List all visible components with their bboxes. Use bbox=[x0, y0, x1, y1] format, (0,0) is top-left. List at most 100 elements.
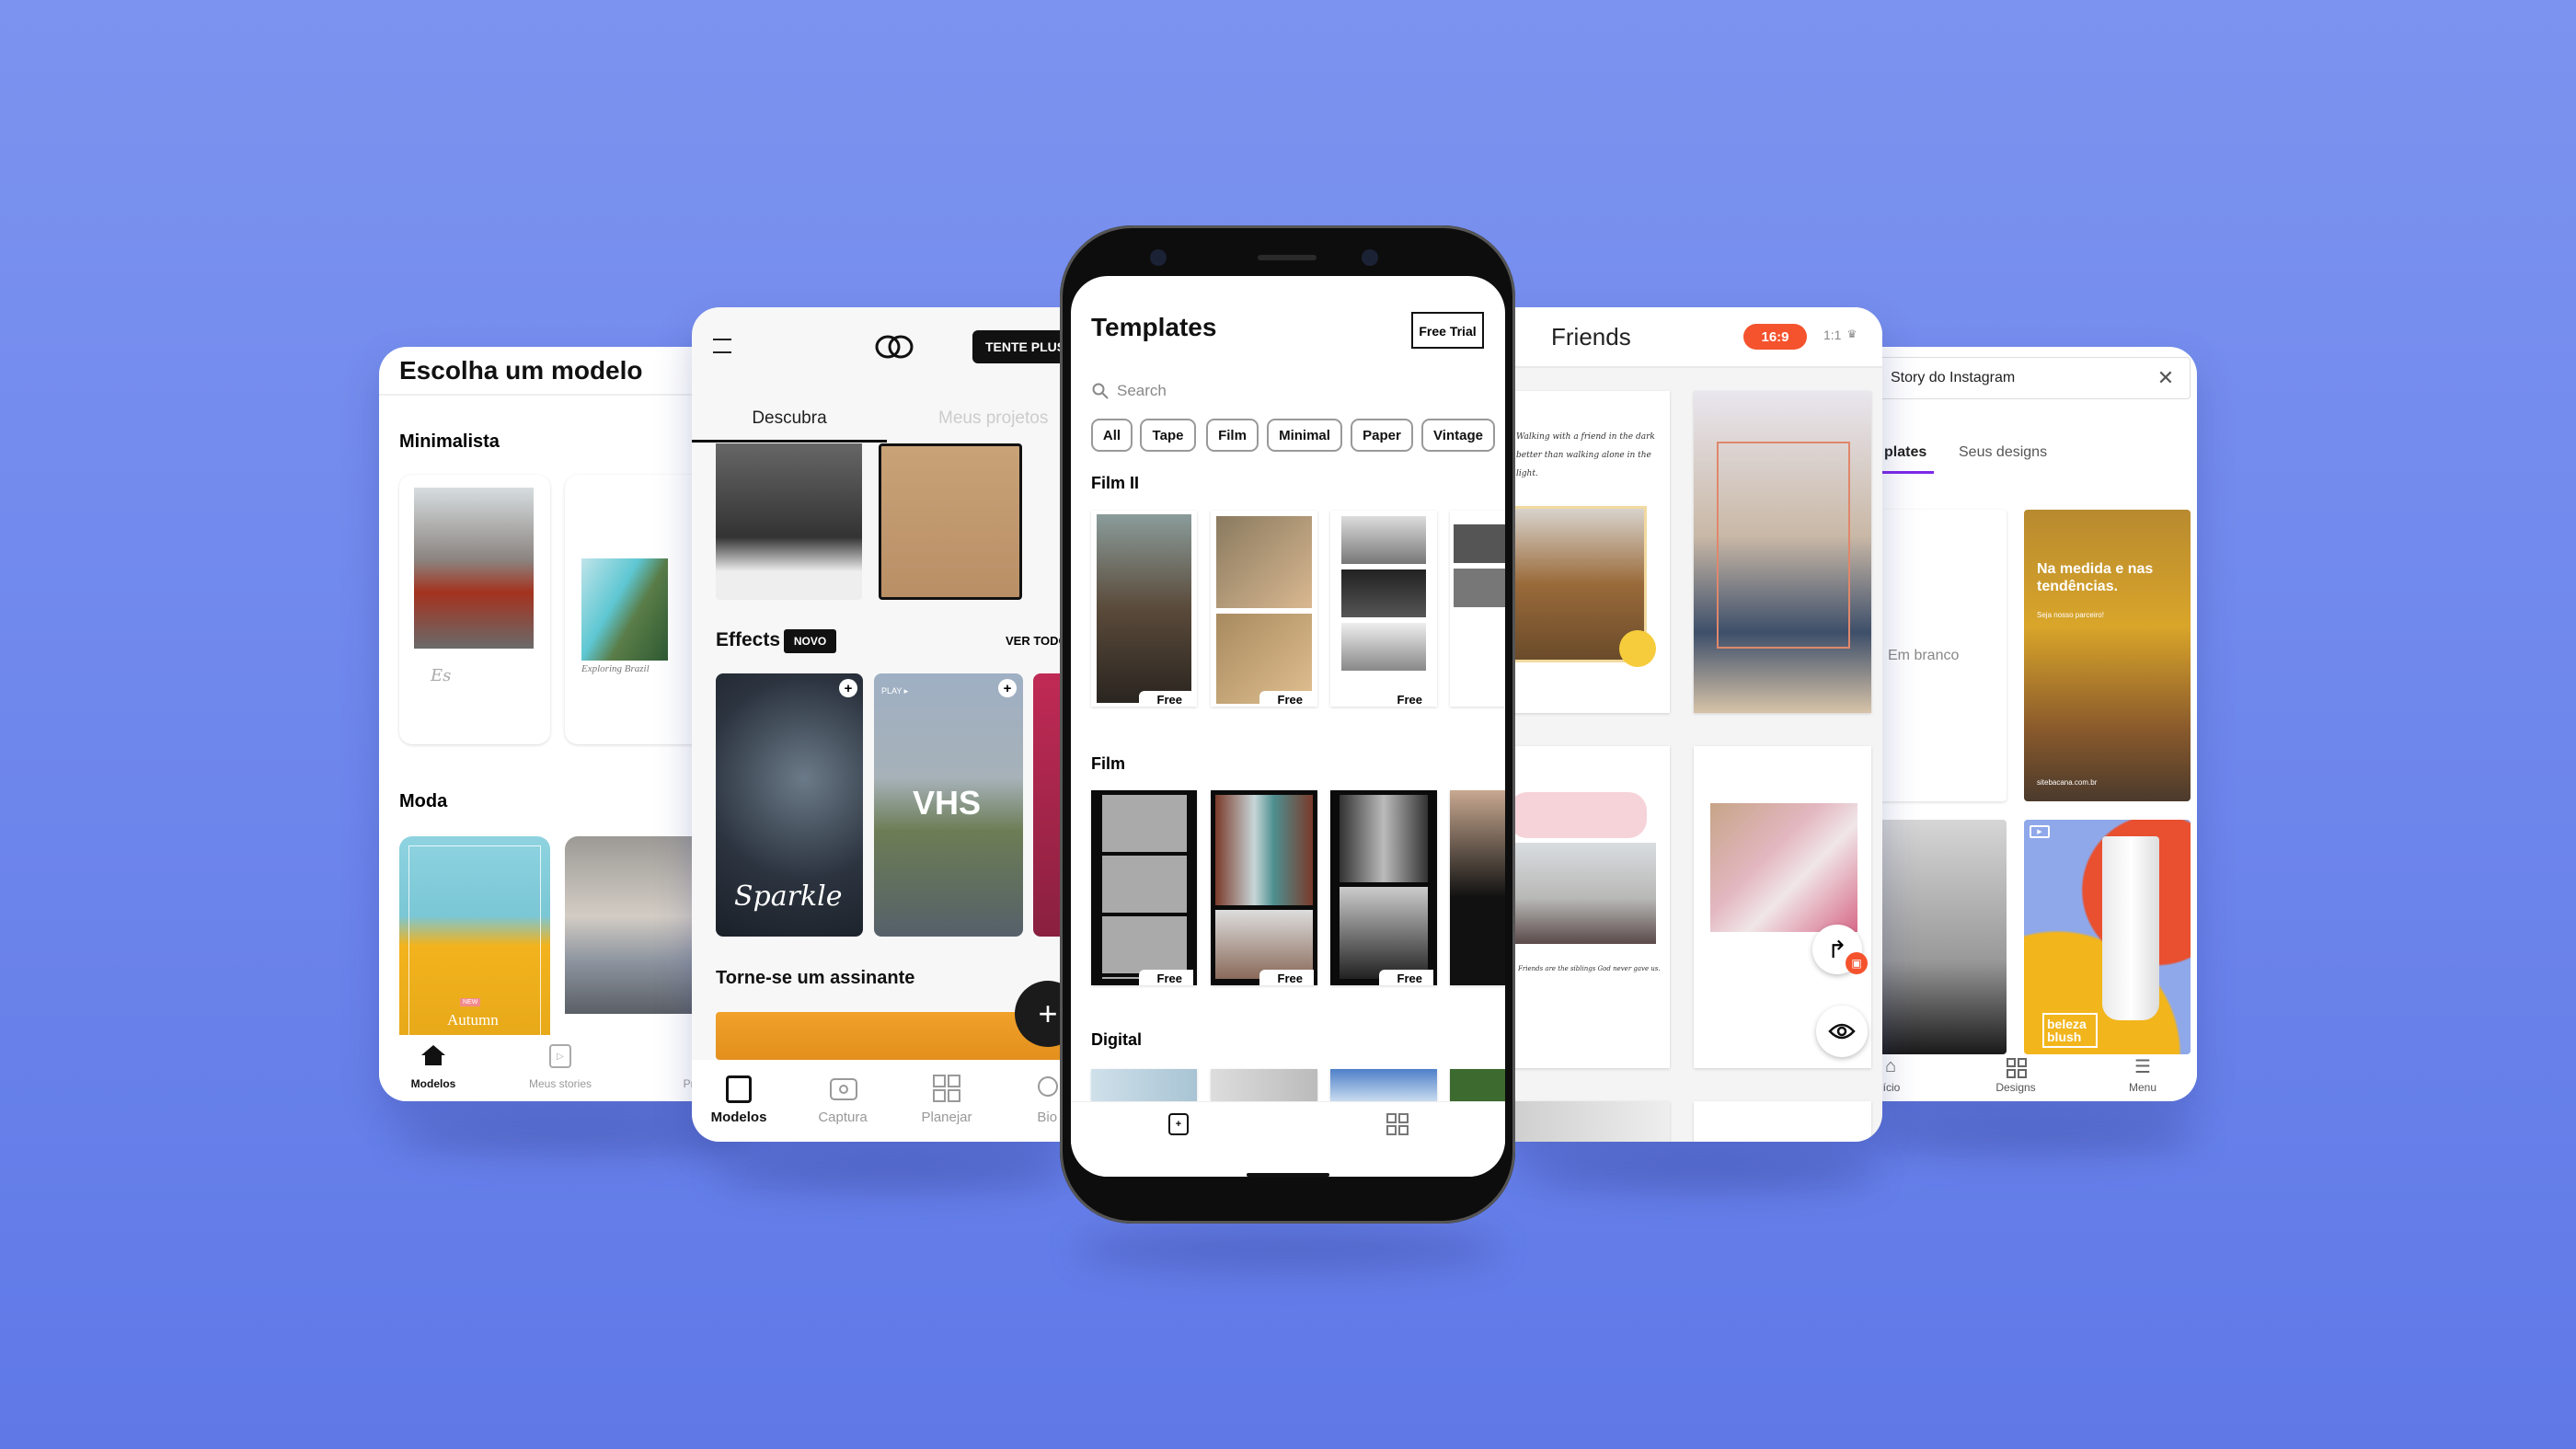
templates-icon[interactable] bbox=[726, 1075, 752, 1103]
add-icon[interactable]: + bbox=[998, 679, 1017, 697]
search-input[interactable]: Search bbox=[1117, 382, 1167, 400]
template-card[interactable]: Es bbox=[399, 475, 550, 744]
template-card[interactable]: Free bbox=[1330, 790, 1437, 985]
template-card[interactable]: Free bbox=[1091, 790, 1197, 985]
camera-icon[interactable] bbox=[830, 1078, 857, 1100]
card-caption: Autumn bbox=[447, 1011, 499, 1029]
nav-menu[interactable]: Menu bbox=[2129, 1081, 2156, 1094]
nav-meus-stories[interactable]: Meus stories bbox=[529, 1077, 592, 1090]
page-title: Friends bbox=[1551, 323, 1631, 351]
section-title: Torne-se um assinante bbox=[716, 968, 915, 988]
chip-minimal[interactable]: Minimal bbox=[1267, 419, 1342, 452]
template-card[interactable] bbox=[1694, 391, 1871, 713]
section-title: Film II bbox=[1091, 474, 1140, 492]
template-card[interactable]: Free bbox=[1091, 511, 1197, 707]
home-icon[interactable]: ⌂ bbox=[1880, 1056, 1901, 1076]
template-card[interactable]: Free bbox=[1330, 511, 1437, 707]
nav-modelos[interactable]: Modelos bbox=[411, 1077, 456, 1090]
search-value: Story do Instagram bbox=[1891, 370, 2016, 385]
home-icon[interactable] bbox=[420, 1043, 447, 1067]
section-title: Film bbox=[1091, 754, 1126, 773]
nav-captura[interactable]: Captura bbox=[818, 1110, 867, 1125]
product-label: beleza blush bbox=[2042, 1013, 2098, 1048]
template-card[interactable] bbox=[1091, 1069, 1197, 1101]
friends-screen: Friends 16:9 1:1 ♛ Walking with a friend… bbox=[1509, 307, 1882, 1142]
free-trial-button[interactable]: Free Trial bbox=[1411, 312, 1484, 349]
speaker bbox=[1258, 255, 1317, 260]
free-badge: Free bbox=[1259, 970, 1314, 985]
nav-inicio[interactable]: ício bbox=[1883, 1081, 1901, 1094]
template-card[interactable]: Free bbox=[1211, 511, 1317, 707]
template-card[interactable] bbox=[1509, 1101, 1670, 1142]
photo bbox=[1341, 516, 1426, 564]
photo-beach-aerial bbox=[581, 558, 668, 661]
template-card[interactable] bbox=[1450, 1069, 1505, 1101]
shadow bbox=[1868, 1118, 2199, 1155]
template-card-autumn[interactable]: NEW Autumn bbox=[399, 836, 550, 1035]
promo-template-card[interactable]: Na medida e nas tendências. Seja nosso p… bbox=[2024, 510, 2191, 801]
nav-modelos[interactable]: Modelos bbox=[711, 1110, 767, 1125]
fitness-template-card[interactable] bbox=[1873, 820, 2007, 1054]
ratio-1-1-button[interactable]: 1:1 bbox=[1823, 328, 1841, 342]
home-indicator bbox=[1247, 1173, 1329, 1177]
ratio-16-9-button[interactable]: 16:9 bbox=[1743, 324, 1807, 350]
close-icon[interactable]: ✕ bbox=[2155, 366, 2177, 389]
templates-screen: Templates Free Trial Search All Tape Fil… bbox=[1071, 276, 1505, 1177]
free-badge: Free bbox=[1138, 970, 1193, 985]
template-card[interactable] bbox=[1450, 790, 1505, 985]
photo bbox=[1454, 569, 1505, 607]
gift-icon[interactable]: ▣ bbox=[1846, 952, 1868, 974]
shadow bbox=[1076, 1228, 1500, 1270]
add-icon[interactable]: + bbox=[839, 679, 857, 697]
photo-friends-walk bbox=[1509, 843, 1656, 944]
chip-vintage[interactable]: Vintage bbox=[1421, 419, 1495, 452]
new-design-icon[interactable]: + bbox=[1168, 1113, 1189, 1135]
tab-meus-projetos[interactable]: Meus projetos bbox=[938, 408, 1048, 429]
template-card[interactable] bbox=[1450, 511, 1505, 707]
tab-templates[interactable]: plates bbox=[1884, 444, 1926, 461]
grid-icon[interactable] bbox=[1386, 1113, 1409, 1135]
nav-designs[interactable]: Designs bbox=[1995, 1081, 2035, 1094]
photo-woman-stool[interactable] bbox=[879, 443, 1022, 600]
hamburger-menu-icon[interactable] bbox=[712, 339, 732, 353]
crown-icon: ♛ bbox=[1846, 328, 1857, 340]
canva-screen: Story do Instagram ✕ plates Seus designs… bbox=[1873, 347, 2197, 1101]
template-card[interactable]: Free bbox=[1211, 790, 1317, 985]
chip-film[interactable]: Film bbox=[1206, 419, 1259, 452]
section-title: Moda bbox=[399, 791, 448, 811]
effect-label: VHS bbox=[913, 784, 982, 822]
frame bbox=[408, 845, 541, 1035]
menu-icon[interactable]: ☰ bbox=[2133, 1057, 2153, 1077]
grid-icon[interactable] bbox=[2007, 1058, 2027, 1078]
camera-dot bbox=[1150, 249, 1167, 266]
play-icon[interactable]: ▷ bbox=[549, 1044, 571, 1068]
effect-card-sparkle[interactable]: + Sparkle bbox=[716, 673, 863, 937]
blank-template-card[interactable]: Em branco bbox=[1873, 510, 2007, 801]
photo bbox=[1215, 910, 1313, 979]
product-template-card[interactable]: ▶ beleza blush bbox=[2024, 820, 2191, 1054]
tab-descubra[interactable]: Descubra bbox=[692, 408, 887, 429]
chip-all[interactable]: All bbox=[1091, 419, 1133, 452]
photo bbox=[1340, 887, 1428, 979]
shadow bbox=[718, 1155, 1067, 1191]
section-title: Effects bbox=[716, 629, 781, 650]
eye-icon[interactable] bbox=[1816, 1006, 1868, 1057]
promo-url: sitebacana.com.br bbox=[2037, 778, 2098, 787]
bio-icon[interactable] bbox=[1038, 1076, 1058, 1097]
template-card[interactable]: Walking with a friend in the dark better… bbox=[1509, 391, 1670, 713]
tab-seus-designs[interactable]: Seus designs bbox=[1959, 444, 2047, 461]
template-card[interactable] bbox=[1211, 1069, 1317, 1101]
chip-paper[interactable]: Paper bbox=[1351, 419, 1413, 452]
photo-couple-bw[interactable] bbox=[716, 443, 862, 600]
promo-title: Na medida e nas tendências. bbox=[2037, 561, 2154, 594]
template-card[interactable]: Friends are the siblings God never gave … bbox=[1509, 746, 1670, 1068]
template-card[interactable] bbox=[1694, 1101, 1871, 1142]
search-field[interactable]: Story do Instagram ✕ bbox=[1873, 357, 2191, 399]
effect-card-vhs[interactable]: PLAY ▸ + VHS bbox=[874, 673, 1023, 937]
grid-icon[interactable] bbox=[933, 1075, 960, 1102]
try-plus-button[interactable]: TENTE PLUS bbox=[972, 330, 1069, 363]
chip-tape[interactable]: Tape bbox=[1140, 419, 1196, 452]
nav-planejar[interactable]: Planejar bbox=[921, 1110, 972, 1125]
page-title: Escolha um modelo bbox=[399, 356, 643, 385]
template-card[interactable] bbox=[1330, 1069, 1437, 1101]
